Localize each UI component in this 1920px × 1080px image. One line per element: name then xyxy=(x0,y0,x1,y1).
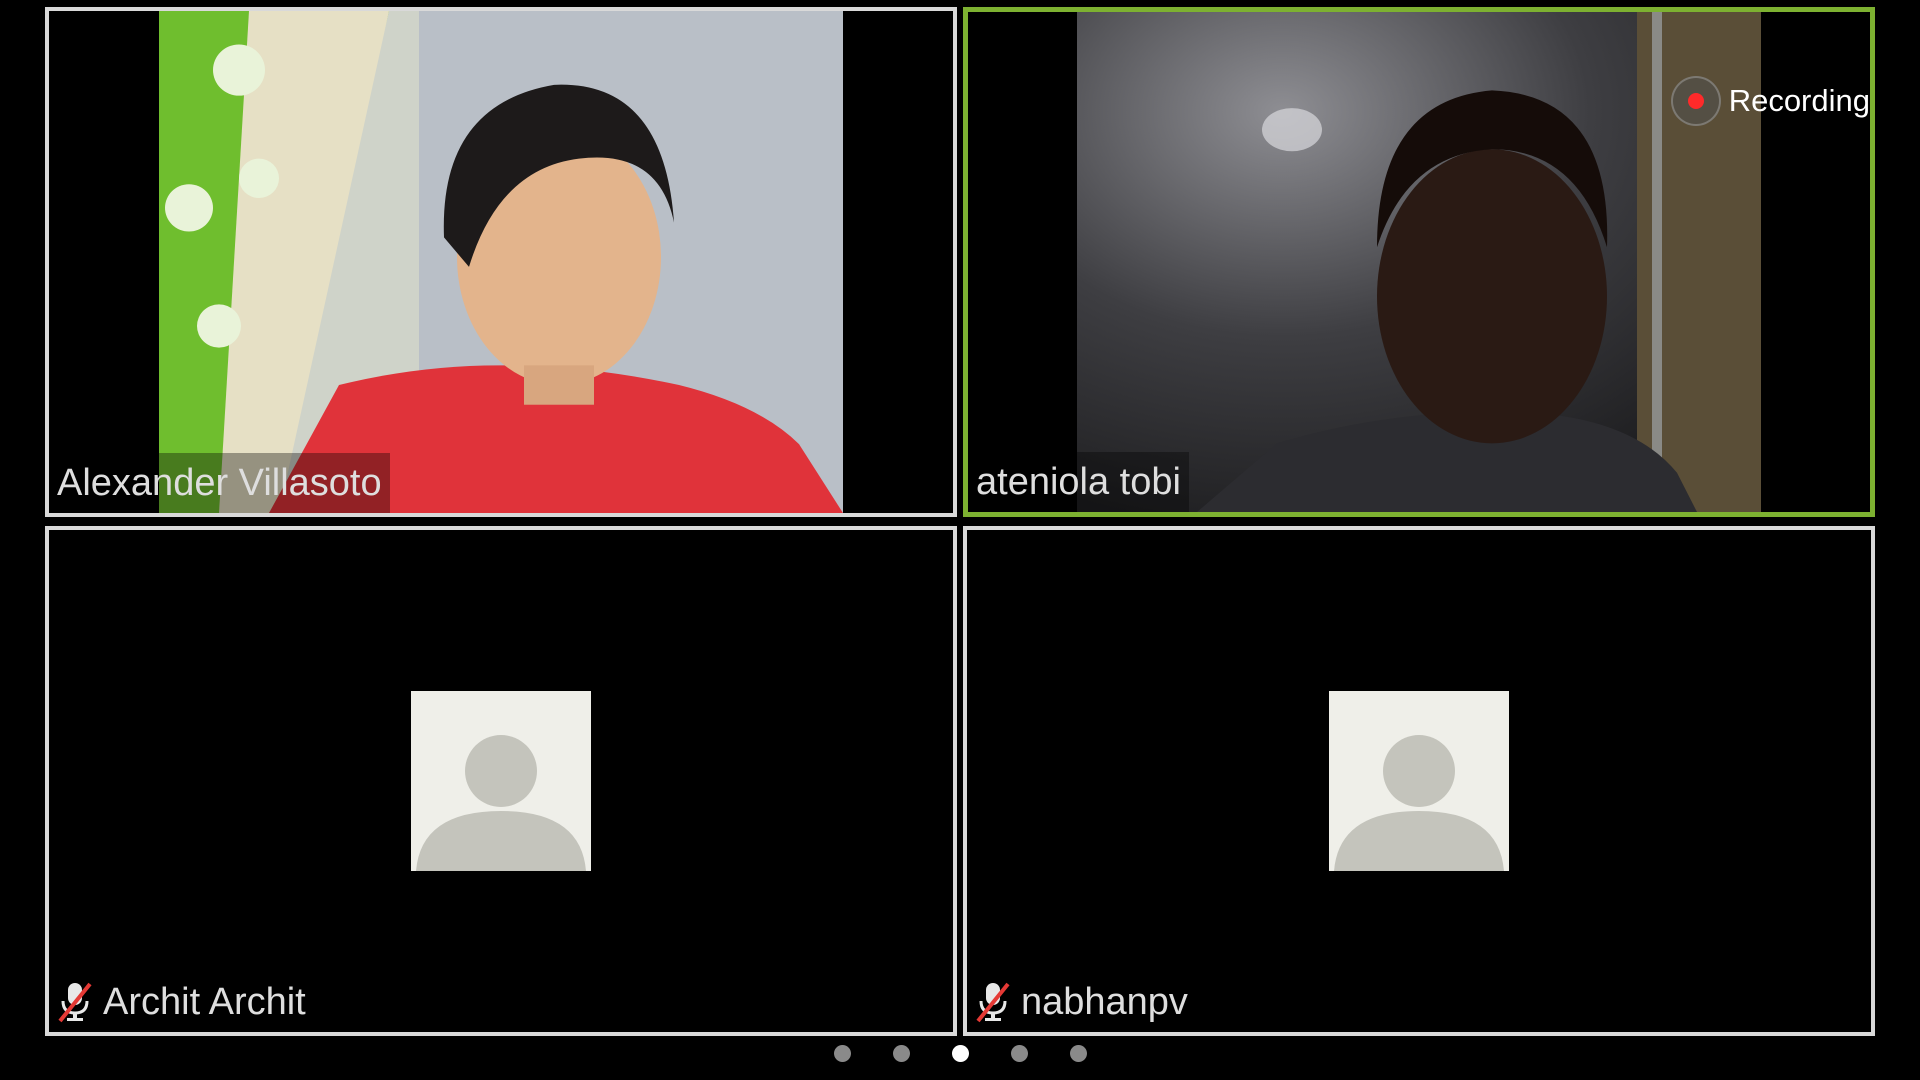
participant-tile-3[interactable]: Archit Archit xyxy=(45,526,957,1036)
default-avatar-icon xyxy=(1329,691,1509,871)
participant-video-2 xyxy=(1077,12,1761,512)
participant-name-2: ateniola tobi xyxy=(976,461,1181,503)
page-dot-3[interactable] xyxy=(951,1045,969,1062)
participant-tile-2[interactable]: Recording ateniola tobi xyxy=(963,7,1875,517)
participant-tile-1[interactable]: Alexander Villasoto xyxy=(45,7,957,517)
page-dot-4[interactable] xyxy=(1010,1045,1028,1062)
participant-name-tag-4: nabhanpv xyxy=(967,972,1196,1032)
participant-name-tag-3: Archit Archit xyxy=(49,972,314,1032)
participant-name-tag-2: ateniola tobi xyxy=(968,452,1189,512)
participant-name-4: nabhanpv xyxy=(1021,981,1188,1023)
recording-dot-icon xyxy=(1670,76,1721,126)
participant-name-tag-1: Alexander Villasoto xyxy=(49,453,390,513)
participant-name-1: Alexander Villasoto xyxy=(57,462,382,504)
participant-tile-4[interactable]: nabhanpv xyxy=(963,526,1875,1036)
participant-name-3: Archit Archit xyxy=(103,981,306,1023)
recording-label: Recording xyxy=(1728,83,1870,118)
microphone-muted-icon xyxy=(57,981,93,1023)
microphone-muted-icon xyxy=(975,981,1011,1023)
participant-video-1 xyxy=(159,11,843,513)
page-dot-5[interactable] xyxy=(1069,1045,1087,1062)
default-avatar-icon xyxy=(411,691,591,871)
page-dot-2[interactable] xyxy=(892,1045,910,1062)
recording-indicator: Recording xyxy=(1670,76,1870,126)
page-dot-1[interactable] xyxy=(833,1045,851,1062)
page-indicator xyxy=(0,1045,1920,1062)
meeting-gallery-view: Alexander Villasoto Recording ateniola t… xyxy=(0,0,1920,1080)
